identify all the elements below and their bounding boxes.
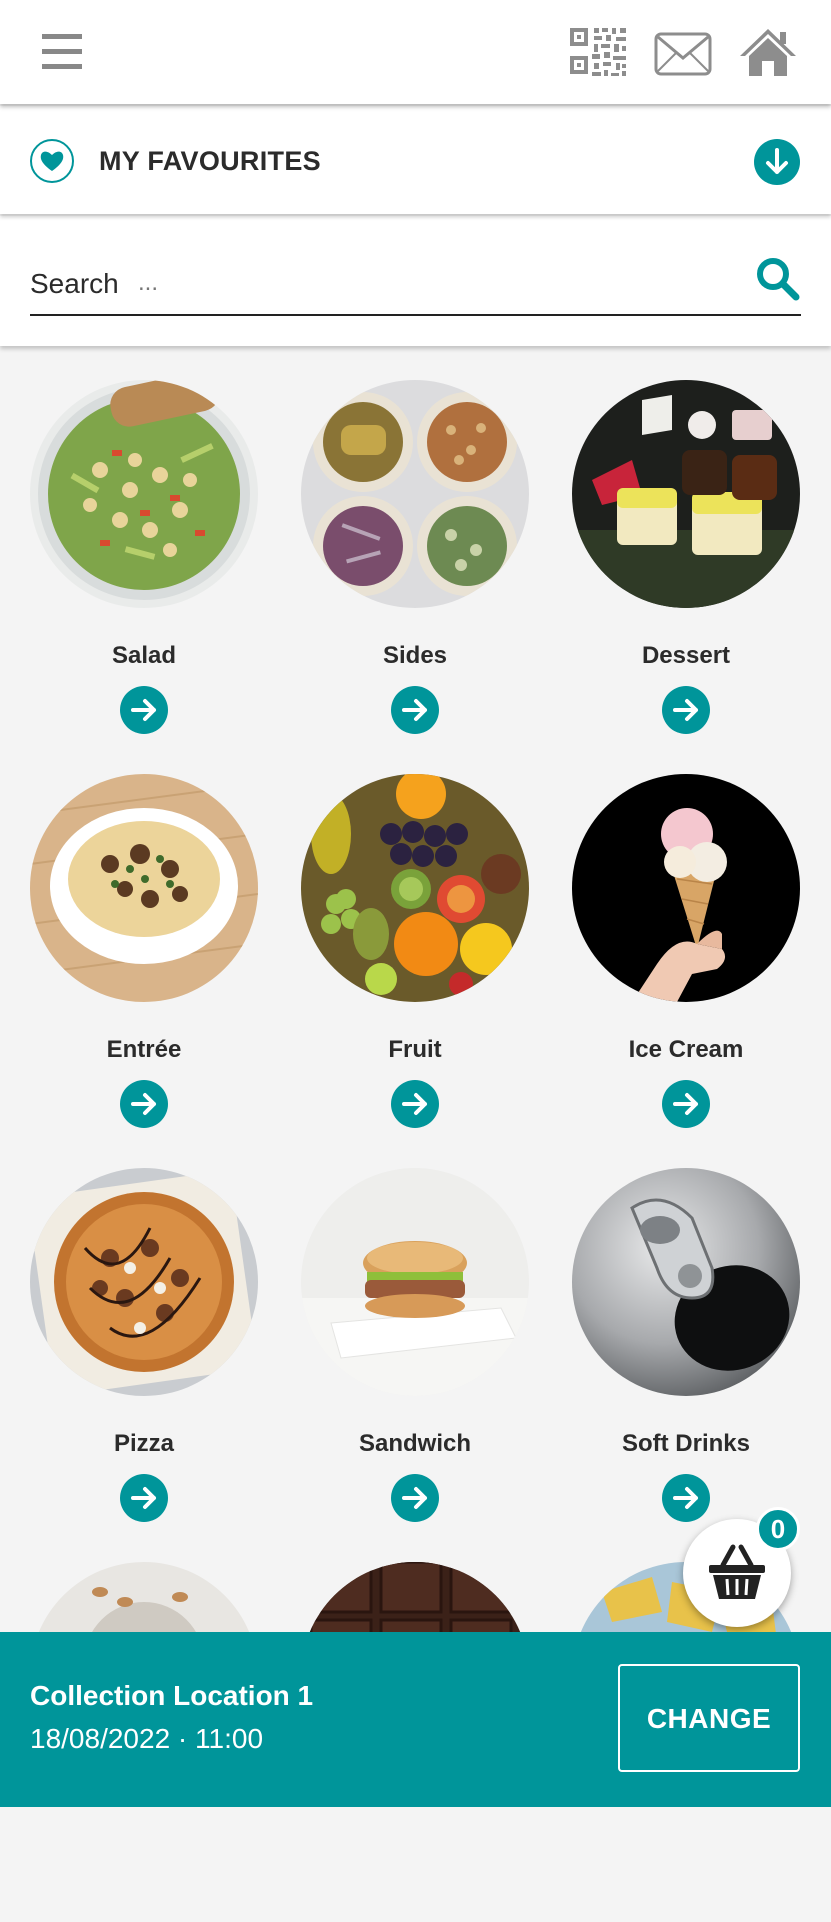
collection-location: Collection Location 1	[30, 1680, 314, 1711]
collection-footer: Collection Location 1 18/08/2022 · 11:00…	[0, 1632, 831, 1807]
sides-image	[301, 380, 529, 608]
collection-datetime: 18/08/2022 · 11:00	[30, 1723, 264, 1754]
category-name: Ice Cream	[628, 1036, 744, 1063]
entree-image	[30, 774, 258, 1002]
search-bar: Search	[0, 216, 831, 346]
arrow-right-icon[interactable]	[391, 1474, 439, 1522]
change-button[interactable]: CHANGE	[618, 1664, 800, 1772]
arrow-right-icon[interactable]	[662, 686, 710, 734]
top-bar	[0, 0, 831, 104]
arrow-right-icon[interactable]	[391, 686, 439, 734]
salad-image	[30, 380, 258, 608]
category-name: Sandwich	[358, 1430, 472, 1457]
favourites-title: MY FAVOURITES	[99, 146, 321, 176]
arrow-right-icon[interactable]	[662, 1080, 710, 1128]
category-tile-fruit[interactable]: Fruit	[301, 774, 531, 1134]
basket-count-badge: 0	[756, 1507, 800, 1551]
soft-drinks-image	[572, 1168, 800, 1396]
heart-icon	[30, 139, 74, 183]
arrow-right-icon[interactable]	[120, 686, 168, 734]
sandwich-image	[301, 1168, 529, 1396]
category-tile-sandwich[interactable]: Sandwich	[301, 1168, 531, 1528]
category-name: Dessert	[641, 642, 731, 669]
arrow-down-icon[interactable]	[754, 139, 800, 185]
category-tile-dessert[interactable]: Dessert	[572, 380, 802, 740]
search-input[interactable]	[136, 268, 740, 298]
fruit-image	[301, 774, 529, 1002]
home-icon[interactable]	[738, 26, 798, 80]
arrow-right-icon[interactable]	[120, 1474, 168, 1522]
category-tile-soft-drinks[interactable]: Soft Drinks	[572, 1168, 802, 1528]
envelope-icon[interactable]	[653, 26, 713, 80]
category-name: Pizza	[113, 1430, 175, 1457]
category-name: Fruit	[388, 1036, 442, 1063]
category-name: Sides	[382, 642, 448, 669]
qr-code-icon[interactable]	[568, 26, 628, 80]
favourites-bar[interactable]: MY FAVOURITES	[0, 106, 831, 214]
category-name: Entrée	[106, 1036, 182, 1063]
hamburger-menu-icon[interactable]	[42, 34, 82, 70]
ice-cream-image	[572, 774, 800, 1002]
arrow-right-icon[interactable]	[662, 1474, 710, 1522]
search-icon[interactable]	[755, 256, 801, 302]
category-name: Salad	[111, 642, 177, 669]
category-tile-entree[interactable]: Entrée	[30, 774, 260, 1134]
pizza-image	[30, 1168, 258, 1396]
arrow-right-icon[interactable]	[391, 1080, 439, 1128]
category-tile-salad[interactable]: Salad	[30, 380, 260, 740]
category-name: Soft Drinks	[621, 1430, 750, 1457]
search-underline	[30, 314, 801, 316]
arrow-right-icon[interactable]	[120, 1080, 168, 1128]
dessert-image	[572, 380, 800, 608]
category-tile-pizza[interactable]: Pizza	[30, 1168, 260, 1528]
category-tile-ice-cream[interactable]: Ice Cream	[572, 774, 802, 1134]
search-label: Search	[30, 268, 119, 299]
category-tile-sides[interactable]: Sides	[301, 380, 531, 740]
